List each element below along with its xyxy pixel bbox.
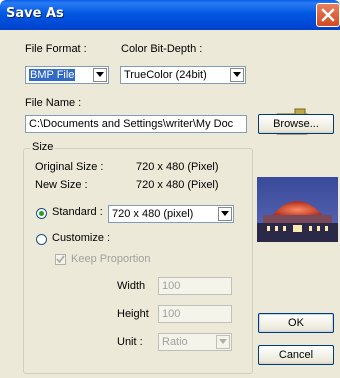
keep-proportion-checkbox[interactable] [55,254,66,265]
radio-selected-dot [39,211,44,216]
image-preview [257,177,338,242]
original-size-label: Original Size : [35,161,104,173]
file-name-input[interactable]: C:\Documents and Settings\writer\My Doc [25,115,247,133]
width-input[interactable]: 100 [158,277,232,295]
customize-radio[interactable] [36,234,47,245]
unit-select[interactable]: Ratio [158,333,232,351]
original-size-value: 720 x 480 (Pixel) [136,161,219,173]
close-button[interactable] [316,3,340,27]
color-bit-depth-label: Color Bit-Depth : [121,43,203,55]
standard-size-select[interactable]: 720 x 480 (pixel) [108,205,234,223]
unit-dropdown-button[interactable] [216,335,230,349]
standard-label[interactable]: Standard : [52,206,103,218]
save-as-dialog: Save As File Format : Color Bit-Depth : … [0,0,340,378]
unit-value: Ratio [162,336,188,348]
standard-radio[interactable] [36,208,47,219]
browse-button[interactable]: Browse... [258,114,334,134]
keep-proportion-label[interactable]: Keep Proportion [71,253,151,265]
file-name-value: C:\Documents and Settings\writer\My Doc [29,118,234,130]
unit-label: Unit : [117,336,143,348]
chevron-down-icon [233,72,241,77]
chevron-down-icon [219,339,227,344]
color-depth-value: TrueColor (24bit) [124,69,207,81]
dialog-body: File Format : Color Bit-Depth : BMP File… [0,30,340,378]
file-format-select[interactable]: BMP File [25,66,109,84]
new-size-label: New Size : [35,179,88,191]
height-label: Height [117,308,149,320]
standard-size-value: 720 x 480 (pixel) [112,208,194,220]
ok-button[interactable]: OK [258,313,334,333]
size-group-label: Size [30,141,56,153]
width-label: Width [117,280,146,292]
customize-label[interactable]: Customize : [52,232,110,244]
window-title: Save As [6,6,64,21]
checkmark-icon [56,255,65,264]
file-format-dropdown-button[interactable] [93,68,107,82]
standard-size-dropdown-button[interactable] [218,207,232,221]
file-format-label: File Format : [25,43,87,55]
color-depth-select[interactable]: TrueColor (24bit) [120,66,246,84]
title-bar[interactable]: Save As [0,0,340,30]
file-format-value: BMP File [29,69,76,81]
color-depth-dropdown-button[interactable] [230,68,244,82]
file-name-label: File Name : [25,97,82,109]
chevron-down-icon [221,211,229,216]
chevron-down-icon [96,72,104,77]
cancel-button[interactable]: Cancel [258,345,334,365]
close-icon [321,8,335,22]
new-size-value: 720 x 480 (Pixel) [136,179,219,191]
height-input[interactable]: 100 [158,305,232,323]
